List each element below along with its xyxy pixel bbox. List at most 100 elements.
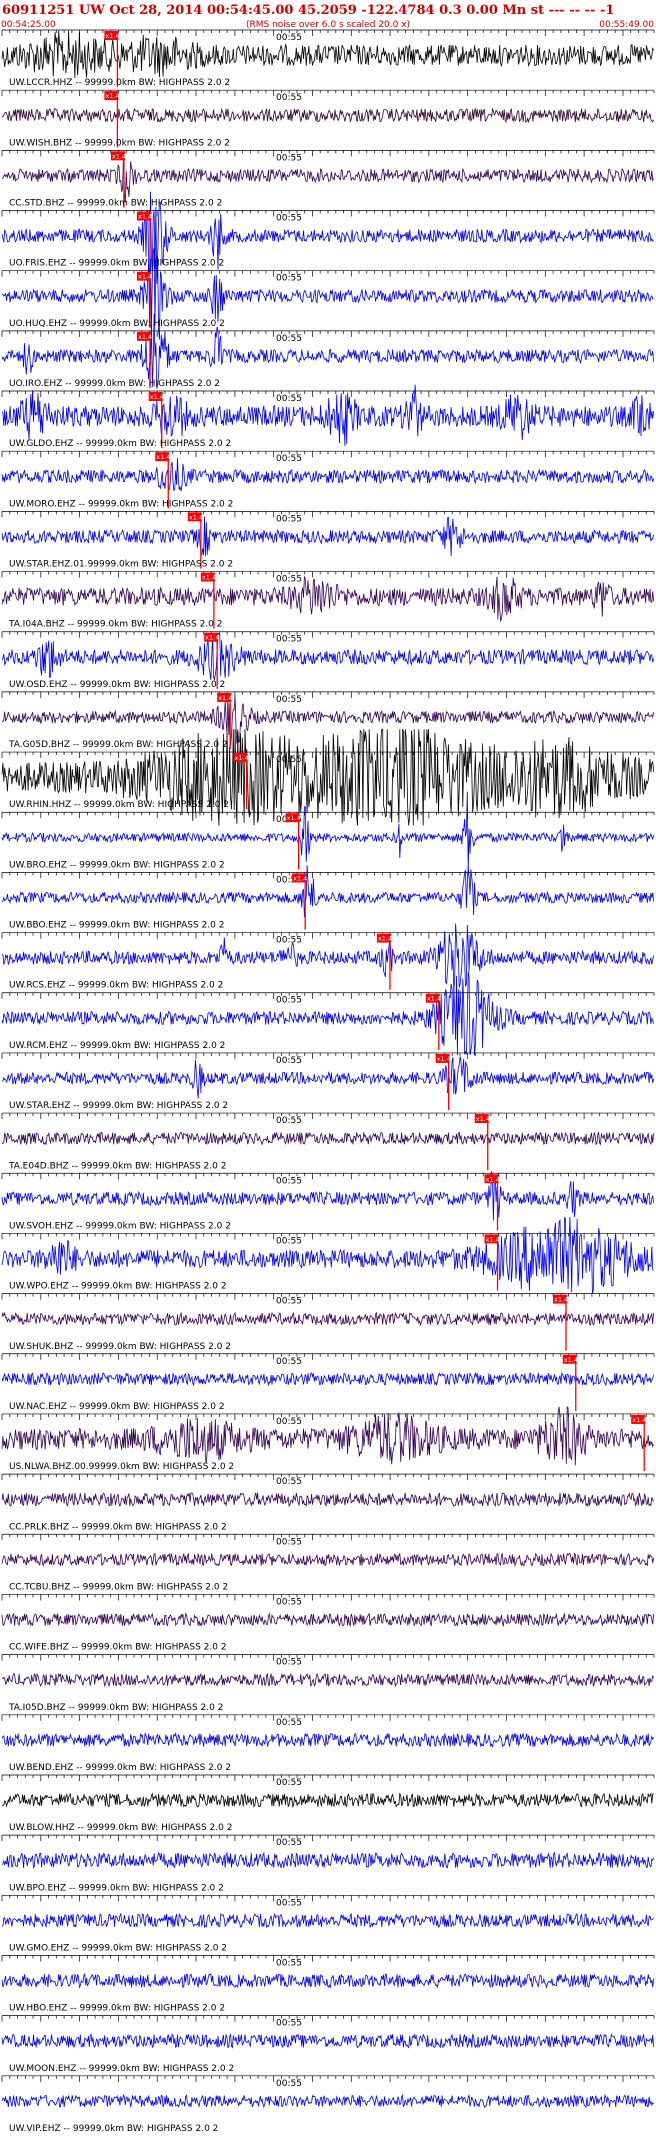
time-ticks (1, 691, 655, 698)
trace-label: UW.RCS.EHZ -- 99999.0km BW: HIGHPASS 2.0… (9, 981, 223, 991)
trace-label: UW.VIP.EHZ -- 99999.0km BW: HIGHPASS 2.0… (9, 2124, 218, 2134)
trace-panel: 00:55 x1.4 UW.WISH.BHZ -- 99999.0km BW: HI… (1, 89, 655, 148)
mid-tick-label: 00:55 (276, 514, 302, 524)
pick-label: x1.4 (427, 995, 441, 1003)
pick-label: x1.4 (150, 393, 164, 401)
mid-tick-label: 00:55 (276, 1056, 302, 1066)
pick-label: x1.4 (476, 1115, 490, 1123)
waveform (1, 151, 654, 203)
mid-tick-label: 00:55 (276, 334, 302, 344)
trace-label: UW.LCCR.HHZ -- 99999.0km BW: HIGHPASS 2.… (9, 78, 230, 88)
mid-tick-label: 00:55 (276, 1236, 302, 1246)
trace-label: CC.TCBU.BHZ -- 99999.0km BW: HIGHPASS 2.… (9, 1582, 228, 1592)
waveform (1, 1732, 654, 1749)
trace-panel: 00:55 x1.4 TA.G05D.BHZ -- 99999.0km BW: HI… (1, 691, 655, 750)
pick-label: x1.4 (205, 634, 219, 642)
time-ticks (1, 932, 655, 939)
mid-tick-label: 00:55 (276, 1537, 302, 1547)
trace-label: UW.WISH.BHZ -- 99999.0km BW: HIGHPASS 2.… (9, 138, 230, 148)
waveform (1, 1792, 654, 1808)
waveform (1, 1552, 654, 1567)
time-ticks (1, 511, 655, 518)
mid-tick-label: 00:55 (276, 635, 302, 645)
waveform (1, 632, 654, 681)
mid-tick-label: 00:55 (276, 214, 302, 224)
trace-panel: 00:55 UW.BEND.EHZ -- 99999.0km BW: HIGHPA… (1, 1714, 655, 1773)
trace-panel: 00:55 x1.4 UW.SVOH.EHZ -- 99999.0km BW: HI… (1, 1171, 655, 1231)
pick-label: x1.4 (235, 754, 249, 762)
chart-title: 60911251 UW Oct 28, 2014 00:54:45.00 45.… (2, 3, 614, 18)
time-ticks (1, 1654, 655, 1661)
trace-label: UW.BRO.EHZ -- 99999.0km BW: HIGHPASS 2.0… (9, 860, 225, 870)
trace-label: UW.MORO.EHZ -- 99999.0km BW: HIGHPASS 2.… (9, 499, 233, 509)
pick-label: x1.4 (554, 1296, 568, 1304)
trace-panel: 00:55 CC.WIFE.BHZ -- 99999.0km BW: HIGHPA… (1, 1594, 655, 1653)
trace-label: UW.MOON.EHZ -- 99999.0km BW: HIGHPASS 2.… (9, 2064, 234, 2074)
trace-label: UW.GLDO.EHZ -- 99999.0km BW: HIGHPASS 2.… (9, 439, 231, 449)
mid-tick-label: 00:55 (276, 1116, 302, 1126)
trace-panel: 00:55 x1.4 US.NLWA.BHZ.00.99999.0km BW: HI… (1, 1405, 655, 1472)
pick-label: x1.4 (112, 152, 126, 160)
pick-label: x1.4 (105, 92, 119, 100)
pick-label: x1.4 (189, 513, 203, 521)
trace-panel: 00:55 x1.4 TA.I04A.BHZ -- 99999.0km BW: HI… (1, 571, 655, 630)
trace-label: UO.FRIS.EHZ -- 99999.0km BW: HIGHPASS 2.… (9, 259, 224, 269)
seismogram-chart: 60911251 UW Oct 28, 2014 00:54:45.00 45.… (1, 3, 655, 2134)
time-ticks (1, 1895, 655, 1902)
pick-label: x1.4 (138, 213, 152, 221)
waveform (1, 516, 654, 557)
trace-label: UO.HUQ.EHZ -- 99999.0km BW: HIGHPASS 2.0… (9, 319, 225, 329)
mid-tick-label: 00:55 (276, 33, 302, 43)
trace-label: UW.SHUK.BHZ -- 99999.0km BW: HIGHPASS 2.… (9, 1342, 231, 1352)
waveform (1, 1131, 654, 1146)
waveform (1, 2033, 654, 2049)
trace-label: TA.I04A.BHZ -- 99999.0km BW: HIGHPASS 2.… (8, 620, 222, 630)
time-ticks (1, 812, 655, 819)
mid-tick-label: 00:55 (276, 1718, 302, 1728)
time-ticks (1, 90, 655, 97)
waveform (1, 1492, 654, 1508)
mid-tick-label: 00:55 (276, 1477, 302, 1487)
mid-tick-label: 00:55 (276, 274, 302, 284)
time-ticks (1, 1774, 655, 1781)
waveform (1, 2093, 654, 2109)
trace-panel: 00:55 x1.4 UW.STAR.EHZ -- 99999.0km BW: HI… (1, 1052, 655, 1111)
waveform (1, 575, 654, 623)
mid-tick-label: 00:55 (276, 695, 302, 705)
mid-tick-label: 00:55 (276, 1597, 302, 1607)
time-ticks (1, 1955, 655, 1962)
trace-label: UW.RHIN.HHZ -- 99999.0km BW: HIGHPASS 2.… (9, 800, 229, 810)
time-ticks (1, 391, 655, 398)
waveform (1, 1171, 654, 1221)
waveform (1, 1851, 654, 1869)
waveform (1, 30, 654, 79)
trace-label: UW.BBO.EHZ -- 99999.0km BW: HIGHPASS 2.0… (9, 921, 224, 931)
mid-tick-label: 00:55 (276, 1838, 302, 1848)
time-ticks (1, 872, 655, 879)
trace-panel: 00:55 CC.TCBU.BHZ -- 99999.0km BW: HIGHPA… (1, 1533, 655, 1592)
chart-subtitle: (RMS noise over 6.0 s scaled 20.0 x) (246, 20, 410, 30)
trace-label: UW.BEND.EHZ -- 99999.0km BW: HIGHPASS 2.… (9, 1763, 231, 1773)
pick-label: x1.4 (564, 1356, 578, 1364)
trace-label: UW.STAR.EHZ.01.99999.0km BW: HIGHPASS 2.… (9, 560, 233, 570)
time-ticks (1, 1052, 655, 1059)
pick-label: x1.4 (287, 814, 301, 822)
trace-label: CC.PRLK.BHZ -- 99999.0km BW: HIGHPASS 2.… (9, 1522, 227, 1532)
time-ticks (1, 571, 655, 578)
trace-label: UW.BPO.EHZ -- 99999.0km BW: HIGHPASS 2.0… (9, 1883, 224, 1893)
waveform (1, 1973, 654, 1989)
trace-panel: 00:55x1.4UW.BBO.EHZ -- 99999.0km BW: HIG… (1, 865, 655, 931)
time-ticks (1, 1353, 655, 1360)
pick-label: x1.4 (632, 1416, 646, 1424)
mid-tick-label: 00:55 (276, 1417, 302, 1427)
trace-panel: 00:55 x1.4 UW.GLDO.EHZ -- 99999.0km BW: HI… (1, 384, 655, 449)
trace-label: UW.WPO.EHZ -- 99999.0km BW: HIGHPASS 2.0… (9, 1282, 227, 1292)
trace-panel: 00:55 x1.4 UW.MORO.EHZ -- 99999.0km BW: HI… (1, 450, 655, 509)
trace-label: UW.SVOH.EHZ -- 99999.0km BW: HIGHPASS 2.… (9, 1221, 231, 1231)
trace-panel: 00:55 UW.HBO.EHZ -- 99999.0km BW: HIGHPAS… (1, 1955, 655, 2014)
trace-panel: 00:55 x1.4 UW.STAR.EHZ.01.99999.0km BW: HI… (1, 511, 655, 570)
pick-label: x1.4 (437, 1055, 451, 1063)
start-time-label: 00:54:25.00 (1, 20, 56, 30)
trace-label: TA.E04D.BHZ -- 99999.0km BW: HIGHPASS 2.… (8, 1161, 226, 1171)
time-ticks (1, 1474, 655, 1481)
